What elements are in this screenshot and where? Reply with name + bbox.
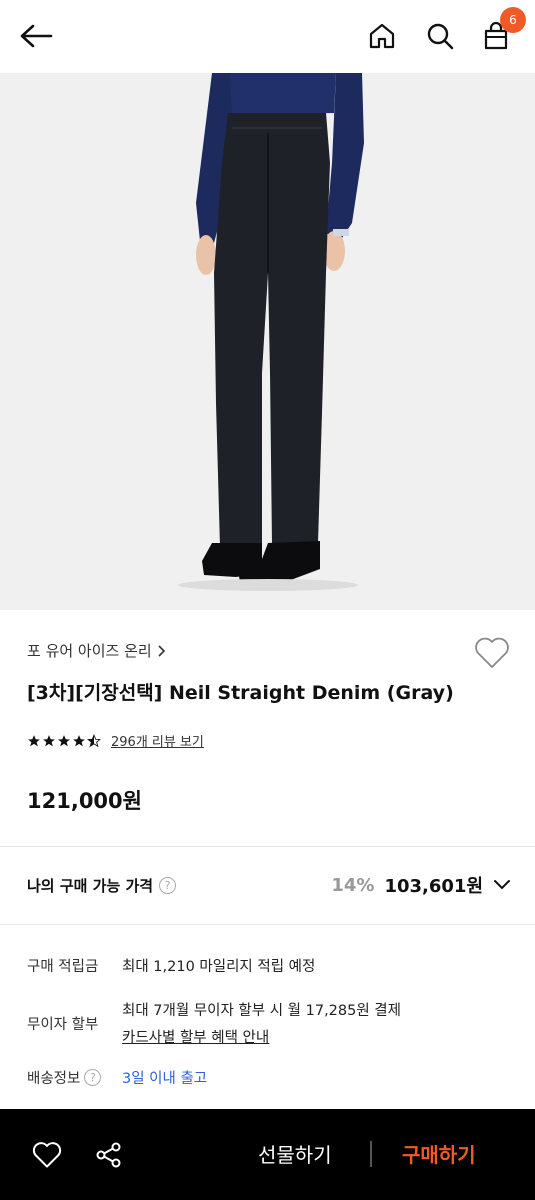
installment-benefit-link[interactable]: 카드사별 할부 혜택 안내 (122, 1026, 401, 1047)
heart-icon (475, 637, 509, 668)
home-icon (369, 23, 395, 49)
rating-row: 296개 리뷰 보기 (27, 731, 204, 750)
share-button[interactable] (89, 1135, 129, 1175)
chevron-right-icon (158, 644, 165, 657)
bottom-divider (370, 1141, 372, 1167)
bottom-wishlist-button[interactable] (27, 1135, 67, 1175)
star-icon (58, 734, 70, 746)
shipping-label: 배송정보 (27, 1071, 81, 1087)
half-star-icon (87, 733, 101, 747)
points-value: 최대 1,210 마일리지 적립 예정 (122, 959, 316, 975)
arrow-left-icon (20, 24, 53, 48)
divider (0, 846, 535, 847)
chevron-down-icon (494, 880, 510, 890)
back-button[interactable] (16, 16, 56, 56)
installment-value: 최대 7개월 무이자 할부 시 월 17,285원 결제 (122, 1003, 401, 1019)
installment-row: 무이자 할부 최대 7개월 무이자 할부 시 월 17,285원 결제 카드사별… (27, 999, 401, 1047)
my-price-label-text: 나의 구매 가능 가격 (27, 877, 154, 895)
cart-count-badge: 6 (500, 7, 526, 33)
product-title: [3차][기장선택] Neil Straight Denim (Gray) (27, 682, 454, 704)
share-icon (96, 1142, 121, 1168)
points-label: 구매 적립금 (27, 959, 99, 975)
brand-name: 포 유어 아이즈 온리 (27, 642, 152, 660)
heart-icon (32, 1142, 62, 1168)
product-image[interactable] (0, 73, 535, 610)
wishlist-button[interactable] (474, 636, 510, 670)
brand-link[interactable]: 포 유어 아이즈 온리 (27, 640, 166, 661)
shipping-label-wrap: 배송정보 ? (27, 1067, 122, 1088)
star-rating (27, 733, 101, 748)
star-icon (73, 734, 85, 746)
final-price: 103,601원 (384, 876, 483, 897)
discount-rate: 14% (331, 874, 375, 896)
product-price: 121,000원 (27, 789, 142, 813)
search-icon (427, 23, 454, 50)
home-button[interactable] (362, 16, 402, 56)
star-icon (43, 734, 55, 746)
top-header: 6 (0, 0, 535, 73)
search-button[interactable] (420, 16, 460, 56)
points-row: 구매 적립금 최대 1,210 마일리지 적립 예정 (27, 955, 315, 976)
installment-label: 무이자 할부 (27, 1016, 99, 1033)
my-price-label: 나의 구매 가능 가격 ? (27, 875, 177, 896)
my-price-toggle[interactable]: 14% 103,601원 (331, 872, 511, 898)
divider (0, 924, 535, 925)
help-icon[interactable]: ? (159, 877, 177, 894)
buy-button[interactable]: 구매하기 (402, 1139, 476, 1168)
star-icon (28, 734, 40, 746)
help-icon[interactable]: ? (84, 1069, 102, 1086)
shipping-row: 배송정보 ? 3일 이내 출고 (27, 1067, 207, 1088)
review-link[interactable]: 296개 리뷰 보기 (111, 731, 204, 750)
shipping-value: 3일 이내 출고 (122, 1071, 208, 1087)
gift-button[interactable]: 선물하기 (258, 1139, 332, 1168)
product-photo (0, 73, 535, 610)
